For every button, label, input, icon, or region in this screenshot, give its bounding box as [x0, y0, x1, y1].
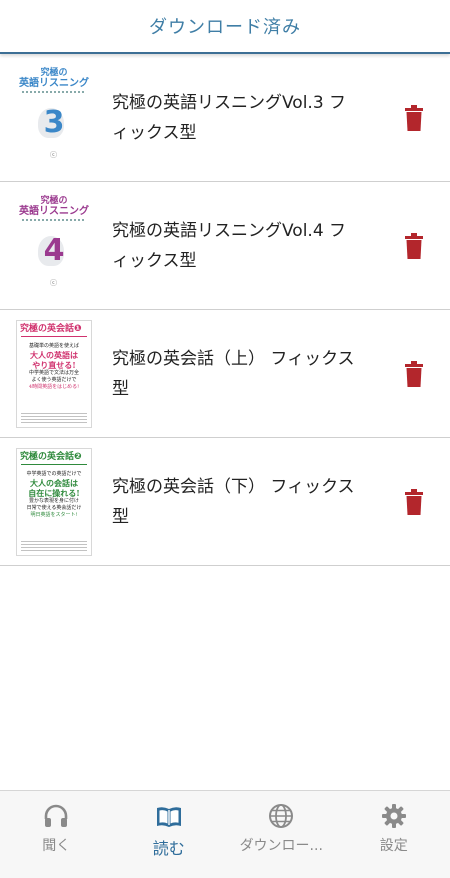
trash-icon[interactable] — [404, 488, 424, 515]
cover-text: 大人の英語は — [30, 349, 78, 360]
cover-text: 明日英語をスタート! — [30, 511, 78, 518]
cover-text: 基礎単の英語を使えば — [28, 342, 79, 349]
header-bar: ダウンロード済み — [0, 0, 450, 54]
cover-title: 究極の英会話❷ — [20, 451, 82, 462]
book-cover: 究極の英会話❶ 基礎単の英語を使えば 大人の英語は やり直せる! 中学英語で文法… — [16, 319, 92, 428]
list-item[interactable]: 究極の 英語リスニング 4 ⓒ 究極の英語リスニングVol.4 フィックス型 — [0, 182, 450, 310]
book-cover: 究極の 英語リスニング 4 ⓒ — [16, 191, 92, 300]
cover-number: 3 — [43, 104, 65, 140]
item-title: 究極の英語リスニングVol.3 フィックス型 — [112, 92, 347, 143]
book-cover: 究極の 英語リスニング 3 ⓒ — [16, 63, 92, 172]
book-cover: 究極の英会話❷ 中学英語での英語だけで 大人の会話は 自在に操れる! 豊かな表現… — [16, 447, 92, 556]
cover-title: 究極の英会話❶ — [20, 323, 82, 334]
cover-text: やり直せる! — [32, 359, 76, 370]
cover-divider — [22, 218, 86, 221]
publisher-logo: ⓒ — [50, 278, 57, 287]
item-title: 究極の英会話（下） フィックス型 — [112, 476, 355, 527]
gear-icon — [381, 804, 406, 828]
cover-divider — [22, 90, 86, 93]
cover-text: 4時間英語をはじめる! — [28, 383, 80, 390]
downloaded-list: 究極の 英語リスニング 3 ⓒ 究極の英語リスニングVol.3 フィックス型 究… — [0, 54, 450, 566]
tab-listen[interactable]: 聞く — [0, 791, 113, 878]
cover-line1: 究極の — [40, 195, 68, 206]
cover-divider — [21, 335, 87, 337]
item-title: 究極の英会話（上） フィックス型 — [112, 348, 355, 399]
list-item[interactable]: 究極の英会話❶ 基礎単の英語を使えば 大人の英語は やり直せる! 中学英語で文法… — [0, 310, 450, 438]
publisher-logo: ⓒ — [50, 150, 57, 159]
cover-text: 豊かな表現を身に付け — [28, 497, 79, 504]
cover-text: 中学英語での英語だけで — [26, 470, 82, 477]
tab-label: ダウンロー... — [239, 838, 323, 854]
item-title: 究極の英語リスニングVol.4 フィックス型 — [112, 220, 347, 271]
cover-body: 基礎単の英語を使えば 大人の英語は やり直せる! 中学英語で文法は万全 よく使う… — [19, 343, 89, 391]
cover-text: 自在に操れる! — [28, 487, 80, 498]
cover-text: 大人の会話は — [30, 477, 78, 488]
cover-number: 4 — [43, 232, 65, 268]
cover-divider — [21, 463, 87, 465]
list-item[interactable]: 究極の英会話❷ 中学英語での英語だけで 大人の会話は 自在に操れる! 豊かな表現… — [0, 438, 450, 566]
cover-line1: 究極の — [40, 67, 68, 78]
book-icon — [156, 807, 181, 827]
app-root: ダウンロード済み 究極の 英語リスニング 3 ⓒ 究極の英語リスニングVol.3… — [0, 0, 450, 878]
trash-icon[interactable] — [404, 360, 424, 387]
list-item[interactable]: 究極の 英語リスニング 3 ⓒ 究極の英語リスニングVol.3 フィックス型 — [0, 54, 450, 182]
cover-line2: 英語リスニング — [19, 205, 89, 217]
tab-read[interactable]: 読む — [113, 791, 226, 878]
bottom-tab-bar: 聞く 読む ダウンロー... 設定 — [0, 790, 450, 878]
tab-download[interactable]: ダウンロー... — [225, 791, 338, 878]
cover-text: 中学英語で文法は万全 — [28, 369, 79, 376]
cover-line2: 英語リスニング — [19, 77, 89, 89]
tab-label: 設定 — [379, 838, 408, 854]
headphones-icon — [44, 804, 68, 827]
tab-label: 読む — [152, 839, 185, 858]
tab-label: 聞く — [42, 838, 71, 854]
cover-body: 中学英語での英語だけで 大人の会話は 自在に操れる! 豊かな表現を身に付け 日常… — [19, 471, 89, 519]
cover-fineprint — [21, 540, 87, 551]
page-title: ダウンロード済み — [149, 17, 301, 38]
cover-text: 日常で使える英会話だけ — [26, 504, 82, 511]
cover-fineprint — [21, 412, 87, 423]
trash-icon[interactable] — [404, 104, 424, 131]
cover-text: よく使う英語だけで — [31, 376, 77, 383]
tab-settings[interactable]: 設定 — [338, 791, 450, 878]
globe-icon — [269, 804, 294, 828]
trash-icon[interactable] — [404, 232, 424, 259]
